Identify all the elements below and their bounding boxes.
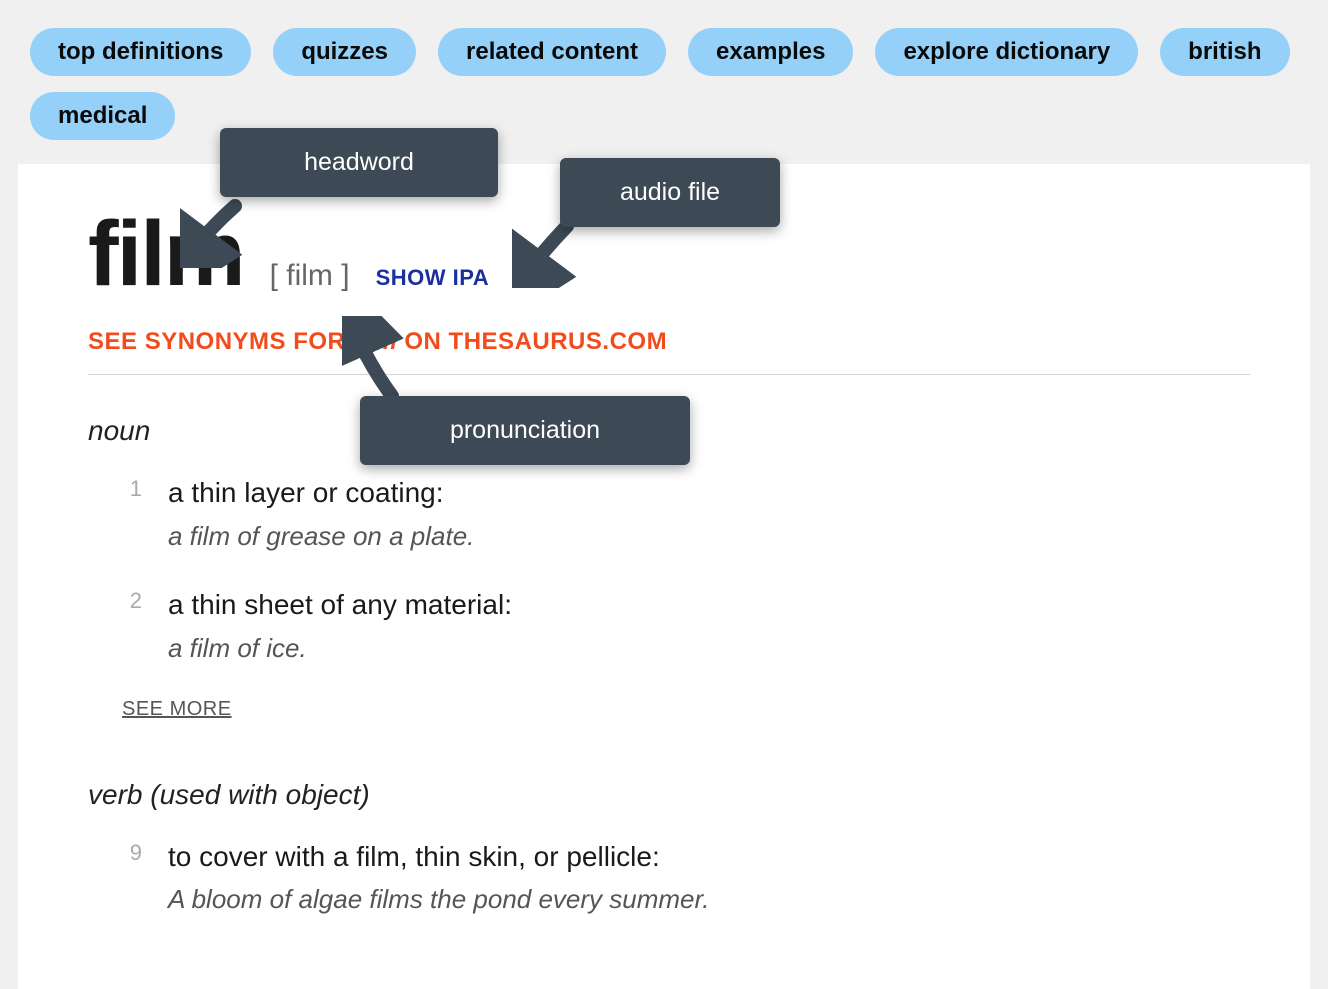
synonyms-link[interactable]: SEE SYNONYMS FOR film ON THESAURUS.COM — [88, 328, 1250, 356]
tab-british[interactable]: british — [1160, 28, 1289, 76]
synonyms-post: ON THESAURUS.COM — [397, 328, 667, 355]
definition-item: 2 a thin sheet of any material: a film o… — [122, 585, 1250, 667]
definition-text: a thin sheet of any material: — [168, 585, 512, 626]
definition-text: a thin layer or coating: — [168, 473, 474, 514]
tab-top-definitions[interactable]: top definitions — [30, 28, 251, 76]
annotation-pronunciation: pronunciation — [360, 396, 690, 465]
tab-related-content[interactable]: related content — [438, 28, 666, 76]
see-more-link[interactable]: SEE MORE — [122, 698, 232, 721]
annotation-audio: audio file — [560, 158, 780, 227]
definition-example: a film of grease on a plate. — [168, 518, 474, 556]
synonyms-pre: SEE SYNONYMS FOR — [88, 328, 353, 355]
noun-defs: 1 a thin layer or coating: a film of gre… — [122, 473, 1250, 668]
arrow-icon — [512, 218, 582, 288]
tab-medical[interactable]: medical — [30, 92, 175, 140]
annotation-headword: headword — [220, 128, 498, 197]
tab-quizzes[interactable]: quizzes — [273, 28, 416, 76]
definition-item: 1 a thin layer or coating: a film of gre… — [122, 473, 1250, 555]
definition-number: 1 — [122, 473, 142, 555]
tab-explore-dictionary[interactable]: explore dictionary — [875, 28, 1138, 76]
pronunciation-text: [ film ] — [270, 259, 350, 293]
tab-examples[interactable]: examples — [688, 28, 853, 76]
arrow-icon — [180, 198, 250, 268]
divider — [88, 374, 1250, 375]
entry-card: film [ film ] SHOW IPA SEE SYNONYMS FOR … — [18, 164, 1310, 989]
arrow-icon — [342, 316, 422, 402]
definition-number: 9 — [122, 837, 142, 919]
definition-number: 2 — [122, 585, 142, 667]
nav-pills: top definitions quizzes related content … — [0, 0, 1328, 140]
definition-text: to cover with a film, thin skin, or pell… — [168, 837, 709, 878]
show-ipa-button[interactable]: SHOW IPA — [376, 265, 490, 291]
verb-defs: 9 to cover with a film, thin skin, or pe… — [122, 837, 1250, 919]
definition-example: A bloom of algae films the pond every su… — [168, 881, 709, 919]
definition-example: a film of ice. — [168, 630, 512, 668]
definition-item: 9 to cover with a film, thin skin, or pe… — [122, 837, 1250, 919]
pos-verb: verb (used with object) — [88, 779, 1250, 811]
